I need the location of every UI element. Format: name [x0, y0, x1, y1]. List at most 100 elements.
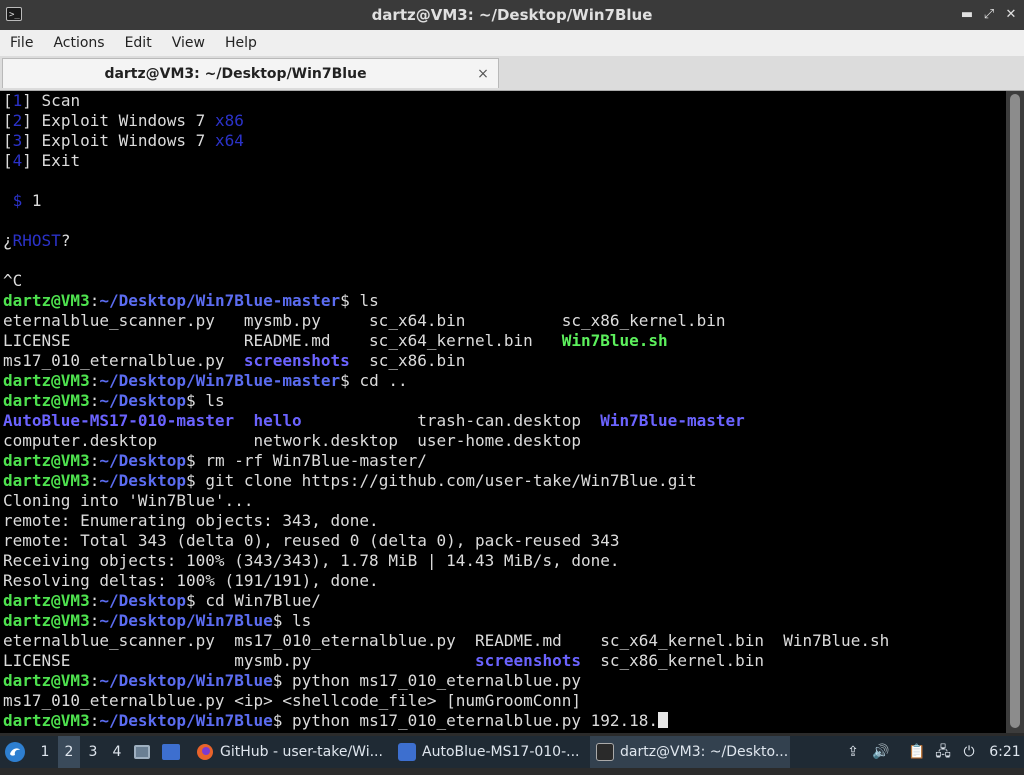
- terminal-text: x64: [214, 131, 244, 150]
- terminal-text: ~/Desktop/Win7Blue: [99, 611, 273, 630]
- menu-actions[interactable]: Actions: [43, 35, 114, 51]
- tab-terminal[interactable]: dartz@VM3: ~/Desktop/Win7Blue ×: [2, 58, 499, 88]
- task-label-folder: AutoBlue-MS17-010-...: [422, 744, 580, 760]
- clipboard-icon[interactable]: 📋: [908, 743, 926, 775]
- terminal-text: screenshots: [243, 351, 350, 370]
- terminal-text: AutoBlue-MS17-010-master: [3, 411, 235, 430]
- terminal-text: 1: [22, 191, 42, 210]
- terminal-line: dartz@VM3:~/Desktop/Win7Blue$ python ms1…: [3, 671, 889, 691]
- start-menu-button[interactable]: [4, 736, 30, 768]
- terminal-text: RHOST: [12, 231, 61, 250]
- terminal-text: dartz@VM3: [3, 471, 90, 490]
- terminal-text: Win7Blue-master: [600, 411, 745, 430]
- terminal-text: dartz@VM3: [3, 591, 90, 610]
- menu-help[interactable]: Help: [215, 35, 267, 51]
- network-icon[interactable]: 🖧: [934, 743, 952, 775]
- terminal-text: Win7Blue.sh: [561, 331, 668, 350]
- terminal-text: hello: [253, 411, 302, 430]
- terminal-text: ~/Desktop/Win7Blue-master: [99, 371, 341, 390]
- terminal-output[interactable]: [1] Scan [2] Exploit Windows 7 x86 [3] Exp…: [0, 91, 1006, 733]
- terminal-text: ] Exploit Windows 7: [22, 111, 215, 130]
- workspace-4[interactable]: 4: [106, 736, 128, 768]
- terminal-text: [: [3, 91, 13, 110]
- terminal-scrollbar[interactable]: [1006, 91, 1024, 733]
- terminal-line: computer.desktop network.desktop user-ho…: [3, 431, 889, 451]
- scrollbar-thumb[interactable]: [1010, 94, 1020, 728]
- file-manager-launcher-icon[interactable]: [162, 736, 184, 768]
- close-icon[interactable]: ✕: [1004, 8, 1018, 22]
- terminal-text: $ python ms17_010_eternalblue.py 192.18.: [272, 711, 659, 730]
- terminal-line: ms17_010_eternalblue.py <ip> <shellcode_…: [3, 691, 889, 711]
- show-desktop-icon[interactable]: [134, 736, 156, 768]
- window-title: dartz@VM3: ~/Desktop/Win7Blue: [371, 6, 653, 24]
- terminal-text: :: [89, 671, 100, 690]
- terminal-line: dartz@VM3:~/Desktop$ git clone https://g…: [3, 471, 889, 491]
- terminal-text: computer.desktop network.desktop user-ho…: [3, 431, 581, 450]
- tab-bar: dartz@VM3: ~/Desktop/Win7Blue ×: [0, 56, 1024, 91]
- terminal-text: $ rm -rf Win7Blue-master/: [186, 451, 427, 470]
- terminal-text: :: [89, 451, 100, 470]
- terminal-text: ~/Desktop: [99, 391, 187, 410]
- terminal-text: Resolving deltas: 100% (191/191), done.: [3, 571, 379, 590]
- terminal-line: dartz@VM3:~/Desktop/Win7Blue$ ls: [3, 611, 889, 631]
- terminal-text: $ cd ..: [340, 371, 408, 390]
- folder-icon: [398, 743, 416, 761]
- tab-label: dartz@VM3: ~/Desktop/Win7Blue: [104, 66, 367, 82]
- workspace-2[interactable]: 2: [58, 736, 80, 768]
- terminal-text: screenshots: [475, 651, 581, 670]
- terminal-line: dartz@VM3:~/Desktop$ rm -rf Win7Blue-mas…: [3, 451, 889, 471]
- tab-close-icon[interactable]: ×: [476, 67, 490, 81]
- clock[interactable]: 6:21: [988, 736, 1022, 768]
- terminal-text: ?: [60, 231, 71, 250]
- terminal-text: dartz@VM3: [3, 711, 90, 730]
- terminal-text: ~/Desktop: [99, 471, 187, 490]
- terminal-text: x86: [214, 111, 244, 130]
- terminal-line: [4] Exit: [3, 151, 889, 171]
- terminal-text: dartz@VM3: [3, 371, 90, 390]
- terminal-line: Cloning into 'Win7Blue'...: [3, 491, 889, 511]
- terminal-text: ~/Desktop/Win7Blue-master: [99, 291, 341, 310]
- terminal-line: LICENSE README.md sc_x64_kernel.bin Win7…: [3, 331, 889, 351]
- terminal-line: AutoBlue-MS17-010-master hello trash-can…: [3, 411, 889, 431]
- terminal-line: remote: Total 343 (delta 0), reused 0 (d…: [3, 531, 889, 551]
- terminal-text: Receiving objects: 100% (343/343), 1.78 …: [3, 551, 620, 570]
- terminal-text: ] Exploit Windows 7: [22, 131, 215, 150]
- terminal-text: :: [89, 711, 100, 730]
- maximize-icon[interactable]: ⤢: [982, 8, 996, 22]
- task-firefox[interactable]: GitHub - user-take/Wi...: [190, 736, 390, 768]
- terminal-line: ¿RHOST?: [3, 231, 889, 251]
- terminal-text: [: [3, 131, 13, 150]
- task-label-firefox: GitHub - user-take/Wi...: [220, 744, 383, 760]
- workspace-3[interactable]: 3: [82, 736, 104, 768]
- terminal-text: remote: Enumerating objects: 343, done.: [3, 511, 379, 530]
- minimize-icon[interactable]: ▬: [960, 8, 974, 22]
- upload-icon[interactable]: ⇪: [844, 743, 862, 775]
- task-terminal[interactable]: dartz@VM3: ~/Deskto...: [590, 736, 790, 768]
- terminal-line: dartz@VM3:~/Desktop/Win7Blue-master$ ls: [3, 291, 889, 311]
- terminal-line: [1] Scan: [3, 91, 889, 111]
- task-autoblue-folder[interactable]: AutoBlue-MS17-010-...: [392, 736, 588, 768]
- menu-view[interactable]: View: [162, 35, 215, 51]
- terminal-text: 3: [12, 131, 23, 150]
- menu-file[interactable]: File: [0, 35, 43, 51]
- terminal-line: dartz@VM3:~/Desktop$ ls: [3, 391, 889, 411]
- terminal-text: $ ls: [272, 611, 312, 630]
- terminal-text: $ ls: [340, 291, 379, 310]
- terminal-text: :: [89, 371, 100, 390]
- terminal-text: :: [89, 291, 100, 310]
- workspace-1[interactable]: 1: [34, 736, 56, 768]
- window-titlebar[interactable]: >_ dartz@VM3: ~/Desktop/Win7Blue ▬ ⤢ ✕: [0, 0, 1024, 30]
- power-icon[interactable]: ⏻: [960, 743, 978, 775]
- terminal-line: $ 1: [3, 191, 889, 211]
- menu-edit[interactable]: Edit: [115, 35, 162, 51]
- terminal-text: 1: [12, 91, 23, 110]
- terminal-text: $ ls: [186, 391, 225, 410]
- terminal-line: eternalblue_scanner.py mysmb.py sc_x64.b…: [3, 311, 889, 331]
- terminal-text: dartz@VM3: [3, 451, 90, 470]
- volume-icon[interactable]: 🔊: [872, 743, 890, 775]
- task-label-terminal: dartz@VM3: ~/Deskto...: [620, 744, 789, 760]
- terminal-text: $: [12, 191, 23, 210]
